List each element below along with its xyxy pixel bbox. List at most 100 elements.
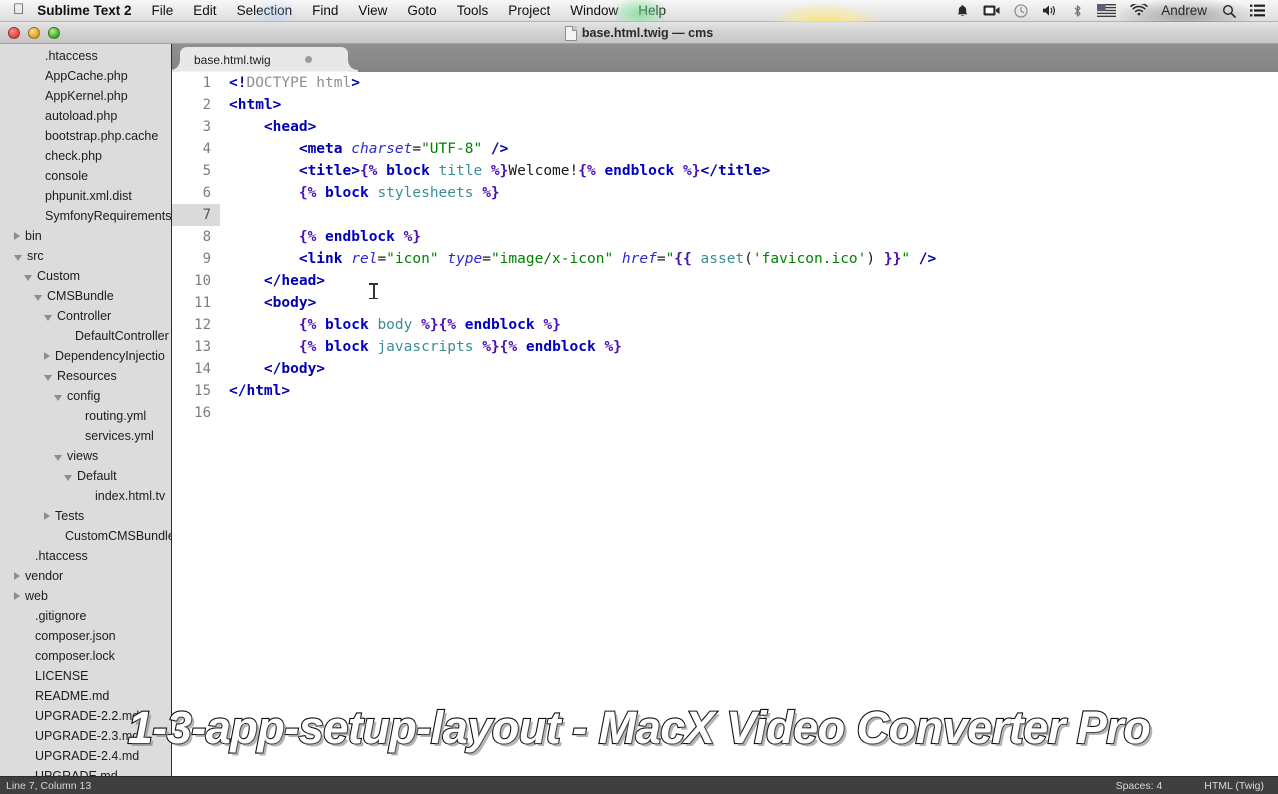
- chevron-down-icon[interactable]: [64, 475, 72, 481]
- tree-item[interactable]: .htaccess: [0, 46, 171, 66]
- syntax-setting[interactable]: HTML (Twig): [1204, 780, 1264, 792]
- chevron-down-icon[interactable]: [44, 375, 52, 381]
- tree-item[interactable]: bin: [0, 226, 171, 246]
- us-flag-icon[interactable]: [1097, 0, 1117, 22]
- wifi-icon[interactable]: [1130, 0, 1148, 22]
- menu-item-tools[interactable]: Tools: [447, 0, 499, 22]
- code-line[interactable]: 15 </html>: [172, 380, 1278, 402]
- tree-item[interactable]: LICENSE: [0, 666, 171, 686]
- tree-item[interactable]: UPGRADE-2.3.md: [0, 726, 171, 746]
- code-token: =: [656, 251, 666, 267]
- bluetooth-icon[interactable]: [1072, 0, 1083, 22]
- chevron-down-icon[interactable]: [44, 315, 52, 321]
- menu-app-name[interactable]: Sublime Text 2: [37, 0, 141, 22]
- tree-item[interactable]: DependencyInjectio: [0, 346, 171, 366]
- tree-item[interactable]: web: [0, 586, 171, 606]
- chevron-right-icon[interactable]: [14, 592, 20, 600]
- tree-item[interactable]: Custom: [0, 266, 171, 286]
- tree-item[interactable]: Tests: [0, 506, 171, 526]
- tree-item-label: .htaccess: [45, 49, 98, 63]
- chevron-down-icon[interactable]: [54, 395, 62, 401]
- menu-item-find[interactable]: Find: [302, 0, 348, 22]
- notification-center-icon[interactable]: [1250, 0, 1265, 22]
- tree-item[interactable]: composer.lock: [0, 646, 171, 666]
- tree-item[interactable]: README.md: [0, 686, 171, 706]
- tree-item[interactable]: Resources: [0, 366, 171, 386]
- apple-logo-icon[interactable]: : [13, 2, 24, 17]
- tree-item[interactable]: Default: [0, 466, 171, 486]
- chevron-right-icon[interactable]: [14, 572, 20, 580]
- chevron-down-icon[interactable]: [34, 295, 42, 301]
- sidebar-file-tree[interactable]: .htaccess AppCache.php AppKernel.php autolo…: [0, 44, 172, 776]
- menu-item-view[interactable]: View: [348, 0, 397, 22]
- indentation-setting[interactable]: Spaces: 4: [1116, 780, 1163, 792]
- tree-item[interactable]: routing.yml: [0, 406, 171, 426]
- tree-item[interactable]: composer.json: [0, 626, 171, 646]
- code-token: <body>: [263, 295, 317, 311]
- tree-item[interactable]: UPGRADE-2.4.md: [0, 746, 171, 766]
- bell-icon[interactable]: [956, 0, 969, 22]
- chevron-down-icon[interactable]: [14, 255, 22, 261]
- code-line[interactable]: 14 </body>: [172, 358, 1278, 380]
- tree-item[interactable]: .htaccess: [0, 546, 171, 566]
- menu-item-help[interactable]: Help: [628, 0, 676, 22]
- code-line[interactable]: 8 {% endblock %}: [172, 226, 1278, 248]
- code-line[interactable]: 4 <meta charset="UTF-8" />: [172, 138, 1278, 160]
- tree-item[interactable]: console: [0, 166, 171, 186]
- menu-item-selection[interactable]: Selection: [227, 0, 303, 22]
- tree-item[interactable]: phpunit.xml.dist: [0, 186, 171, 206]
- tree-item[interactable]: CustomCMSBundle.: [0, 526, 171, 546]
- tree-item[interactable]: DefaultController: [0, 326, 171, 346]
- code-line[interactable]: 11 <body>: [172, 292, 1278, 314]
- menu-item-goto[interactable]: Goto: [397, 0, 446, 26]
- search-icon[interactable]: [1222, 0, 1236, 22]
- code-line[interactable]: 5 <title>{% block title %}Welcome!{% end…: [172, 160, 1278, 182]
- tree-item[interactable]: SymfonyRequirements.p: [0, 206, 171, 226]
- menu-item-window[interactable]: Window: [560, 0, 628, 22]
- code-line[interactable]: 9 <link rel="icon" type="image/x-icon" h…: [172, 248, 1278, 270]
- code-line[interactable]: 3 <head>: [172, 116, 1278, 138]
- code-token: {{: [674, 251, 701, 267]
- chevron-right-icon[interactable]: [44, 512, 50, 520]
- code-line[interactable]: 2 <html>: [172, 94, 1278, 116]
- tree-item[interactable]: src: [0, 246, 171, 266]
- close-dot-icon[interactable]: [304, 56, 312, 63]
- menu-item-project[interactable]: Project: [498, 0, 560, 22]
- tree-item[interactable]: views: [0, 446, 171, 466]
- menu-item-file[interactable]: File: [142, 0, 184, 22]
- tree-item[interactable]: .gitignore: [0, 606, 171, 626]
- chevron-down-icon[interactable]: [24, 275, 32, 281]
- chevron-down-icon[interactable]: [54, 455, 62, 461]
- tab-base-html-twig[interactable]: base.html.twig: [172, 47, 358, 72]
- tree-item[interactable]: AppKernel.php: [0, 86, 171, 106]
- code-line[interactable]: 1 <!DOCTYPE html>: [172, 72, 1278, 94]
- tree-item[interactable]: UPGRADE-2.2.md: [0, 706, 171, 726]
- code-line[interactable]: 16: [172, 402, 1278, 424]
- code-line[interactable]: 13 {% block javascripts %}{% endblock %}: [172, 336, 1278, 358]
- tree-item[interactable]: CMSBundle: [0, 286, 171, 306]
- code-line[interactable]: 10 </head>: [172, 270, 1278, 292]
- volume-icon[interactable]: [1042, 0, 1058, 22]
- clock-icon[interactable]: [1014, 0, 1028, 22]
- tree-item[interactable]: vendor: [0, 566, 171, 586]
- tree-item[interactable]: config: [0, 386, 171, 406]
- code-lines: 1 <!DOCTYPE html> 2 <html> 3 <head> 4 <meta c…: [172, 72, 1278, 424]
- menu-user-name[interactable]: Andrew: [1161, 3, 1207, 18]
- code-editor[interactable]: 1 <!DOCTYPE html> 2 <html> 3 <head> 4 <meta c…: [172, 72, 1278, 776]
- video-camera-icon[interactable]: [983, 0, 1000, 22]
- menu-item-edit[interactable]: Edit: [183, 0, 226, 22]
- chevron-right-icon[interactable]: [44, 352, 50, 360]
- tree-item[interactable]: AppCache.php: [0, 66, 171, 86]
- tree-item[interactable]: services.yml: [0, 426, 171, 446]
- code-token: ): [866, 251, 876, 267]
- code-line[interactable]: 12 {% block body %}{% endblock %}: [172, 314, 1278, 336]
- chevron-right-icon[interactable]: [14, 232, 20, 240]
- tree-item[interactable]: Controller: [0, 306, 171, 326]
- tree-item[interactable]: bootstrap.php.cache: [0, 126, 171, 146]
- tree-item[interactable]: autoload.php: [0, 106, 171, 126]
- code-line[interactable]: 7: [172, 204, 1278, 226]
- tree-item[interactable]: check.php: [0, 146, 171, 166]
- code-line[interactable]: 6 {% block stylesheets %}: [172, 182, 1278, 204]
- tree-item[interactable]: index.html.tv: [0, 486, 171, 506]
- tree-item[interactable]: UPGRADE.md: [0, 766, 171, 776]
